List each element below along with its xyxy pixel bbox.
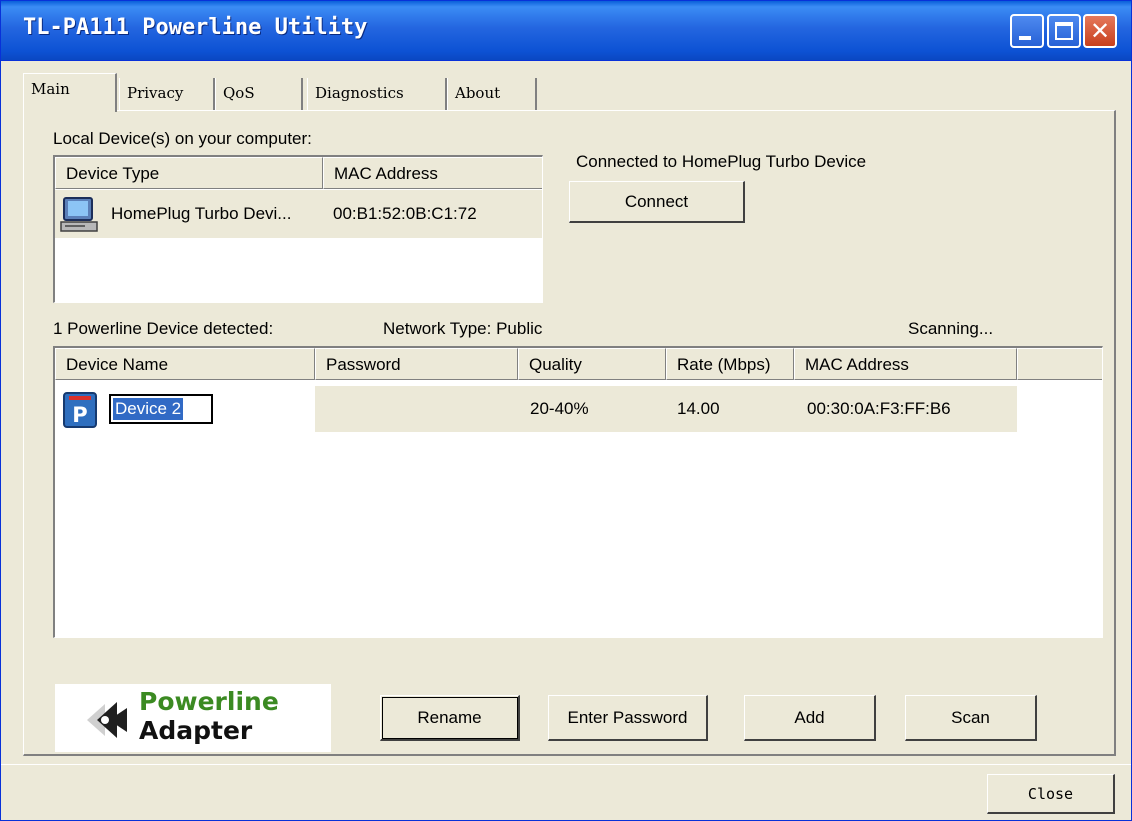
column-password[interactable]: Password (315, 348, 518, 380)
add-button[interactable]: Add (744, 695, 876, 741)
logo-line-powerline: Powerline (139, 687, 279, 716)
device-quality: 20-40% (530, 399, 589, 418)
title-close-button[interactable]: ✕ (1083, 14, 1117, 48)
powerline-logo-icon (87, 702, 127, 738)
computer-icon (60, 197, 98, 232)
column-mac-address[interactable]: MAC Address (794, 348, 1017, 380)
powerline-device-icon: P (63, 392, 97, 428)
maximize-icon (1055, 22, 1073, 40)
detected-count-text: 1 Powerline Device detected: (53, 319, 274, 338)
column-device-name[interactable]: Device Name (55, 348, 315, 380)
scanning-status-text: Scanning... (908, 319, 994, 338)
local-list-header: Device Type MAC Address (55, 157, 542, 189)
powerline-device-list[interactable]: Device Name Password Quality Rate (Mbps)… (53, 346, 1103, 638)
close-icon: ✕ (1089, 17, 1111, 45)
device-rate: 14.00 (677, 399, 720, 418)
title-bar[interactable]: TL-PA111 Powerline Utility ✕ (1, 1, 1131, 61)
tab-about[interactable]: About (447, 78, 537, 110)
close-button[interactable]: Close (987, 774, 1115, 814)
network-type-text: Network Type: Public (383, 319, 543, 338)
powerline-icon-letter: P (72, 403, 87, 427)
utility-window: TL-PA111 Powerline Utility ✕ Main Privac… (0, 0, 1132, 821)
enter-password-button[interactable]: Enter Password (548, 695, 708, 741)
tab-main[interactable]: Main (23, 73, 117, 112)
tab-qos[interactable]: QoS (215, 78, 303, 110)
table-row[interactable]: P Device 2 20-40% 14.00 00:30:0A:F3:FF:B… (55, 386, 1017, 432)
connection-status-text: Connected to HomePlug Turbo Device (576, 152, 867, 171)
rename-button[interactable]: Rename (380, 695, 520, 741)
scan-button[interactable]: Scan (905, 695, 1037, 741)
connect-button[interactable]: Connect (569, 181, 745, 223)
local-device-list[interactable]: Device Type MAC Address HomePlug Turbo D… (53, 155, 543, 303)
column-device-type[interactable]: Device Type (55, 157, 323, 189)
local-device-mac: 00:B1:52:0B:C1:72 (333, 204, 477, 223)
tab-privacy[interactable]: Privacy (119, 78, 215, 110)
window-title: TL-PA111 Powerline Utility (23, 15, 368, 40)
powerline-adapter-logo: Powerline Adapter (55, 684, 331, 752)
minimize-button[interactable] (1010, 14, 1044, 48)
status-bar (1, 764, 1131, 765)
column-filler (1017, 348, 1102, 380)
local-device-type: HomePlug Turbo Devi... (111, 204, 292, 223)
table-row[interactable]: HomePlug Turbo Devi... 00:B1:52:0B:C1:72 (55, 190, 542, 238)
device-mac: 00:30:0A:F3:FF:B6 (807, 399, 951, 418)
minimize-icon (1019, 36, 1031, 40)
column-rate[interactable]: Rate (Mbps) (666, 348, 794, 380)
column-quality[interactable]: Quality (518, 348, 666, 380)
logo-line-adapter: Adapter (139, 716, 253, 745)
maximize-button[interactable] (1047, 14, 1081, 48)
powerline-list-header: Device Name Password Quality Rate (Mbps)… (55, 348, 1102, 380)
tab-diagnostics[interactable]: Diagnostics (307, 78, 447, 110)
device-name-edit[interactable]: Device 2 (109, 394, 213, 424)
local-devices-heading: Local Device(s) on your computer: (53, 129, 312, 148)
device-name-selected-text: Device 2 (113, 398, 184, 420)
column-mac-address[interactable]: MAC Address (323, 157, 542, 189)
